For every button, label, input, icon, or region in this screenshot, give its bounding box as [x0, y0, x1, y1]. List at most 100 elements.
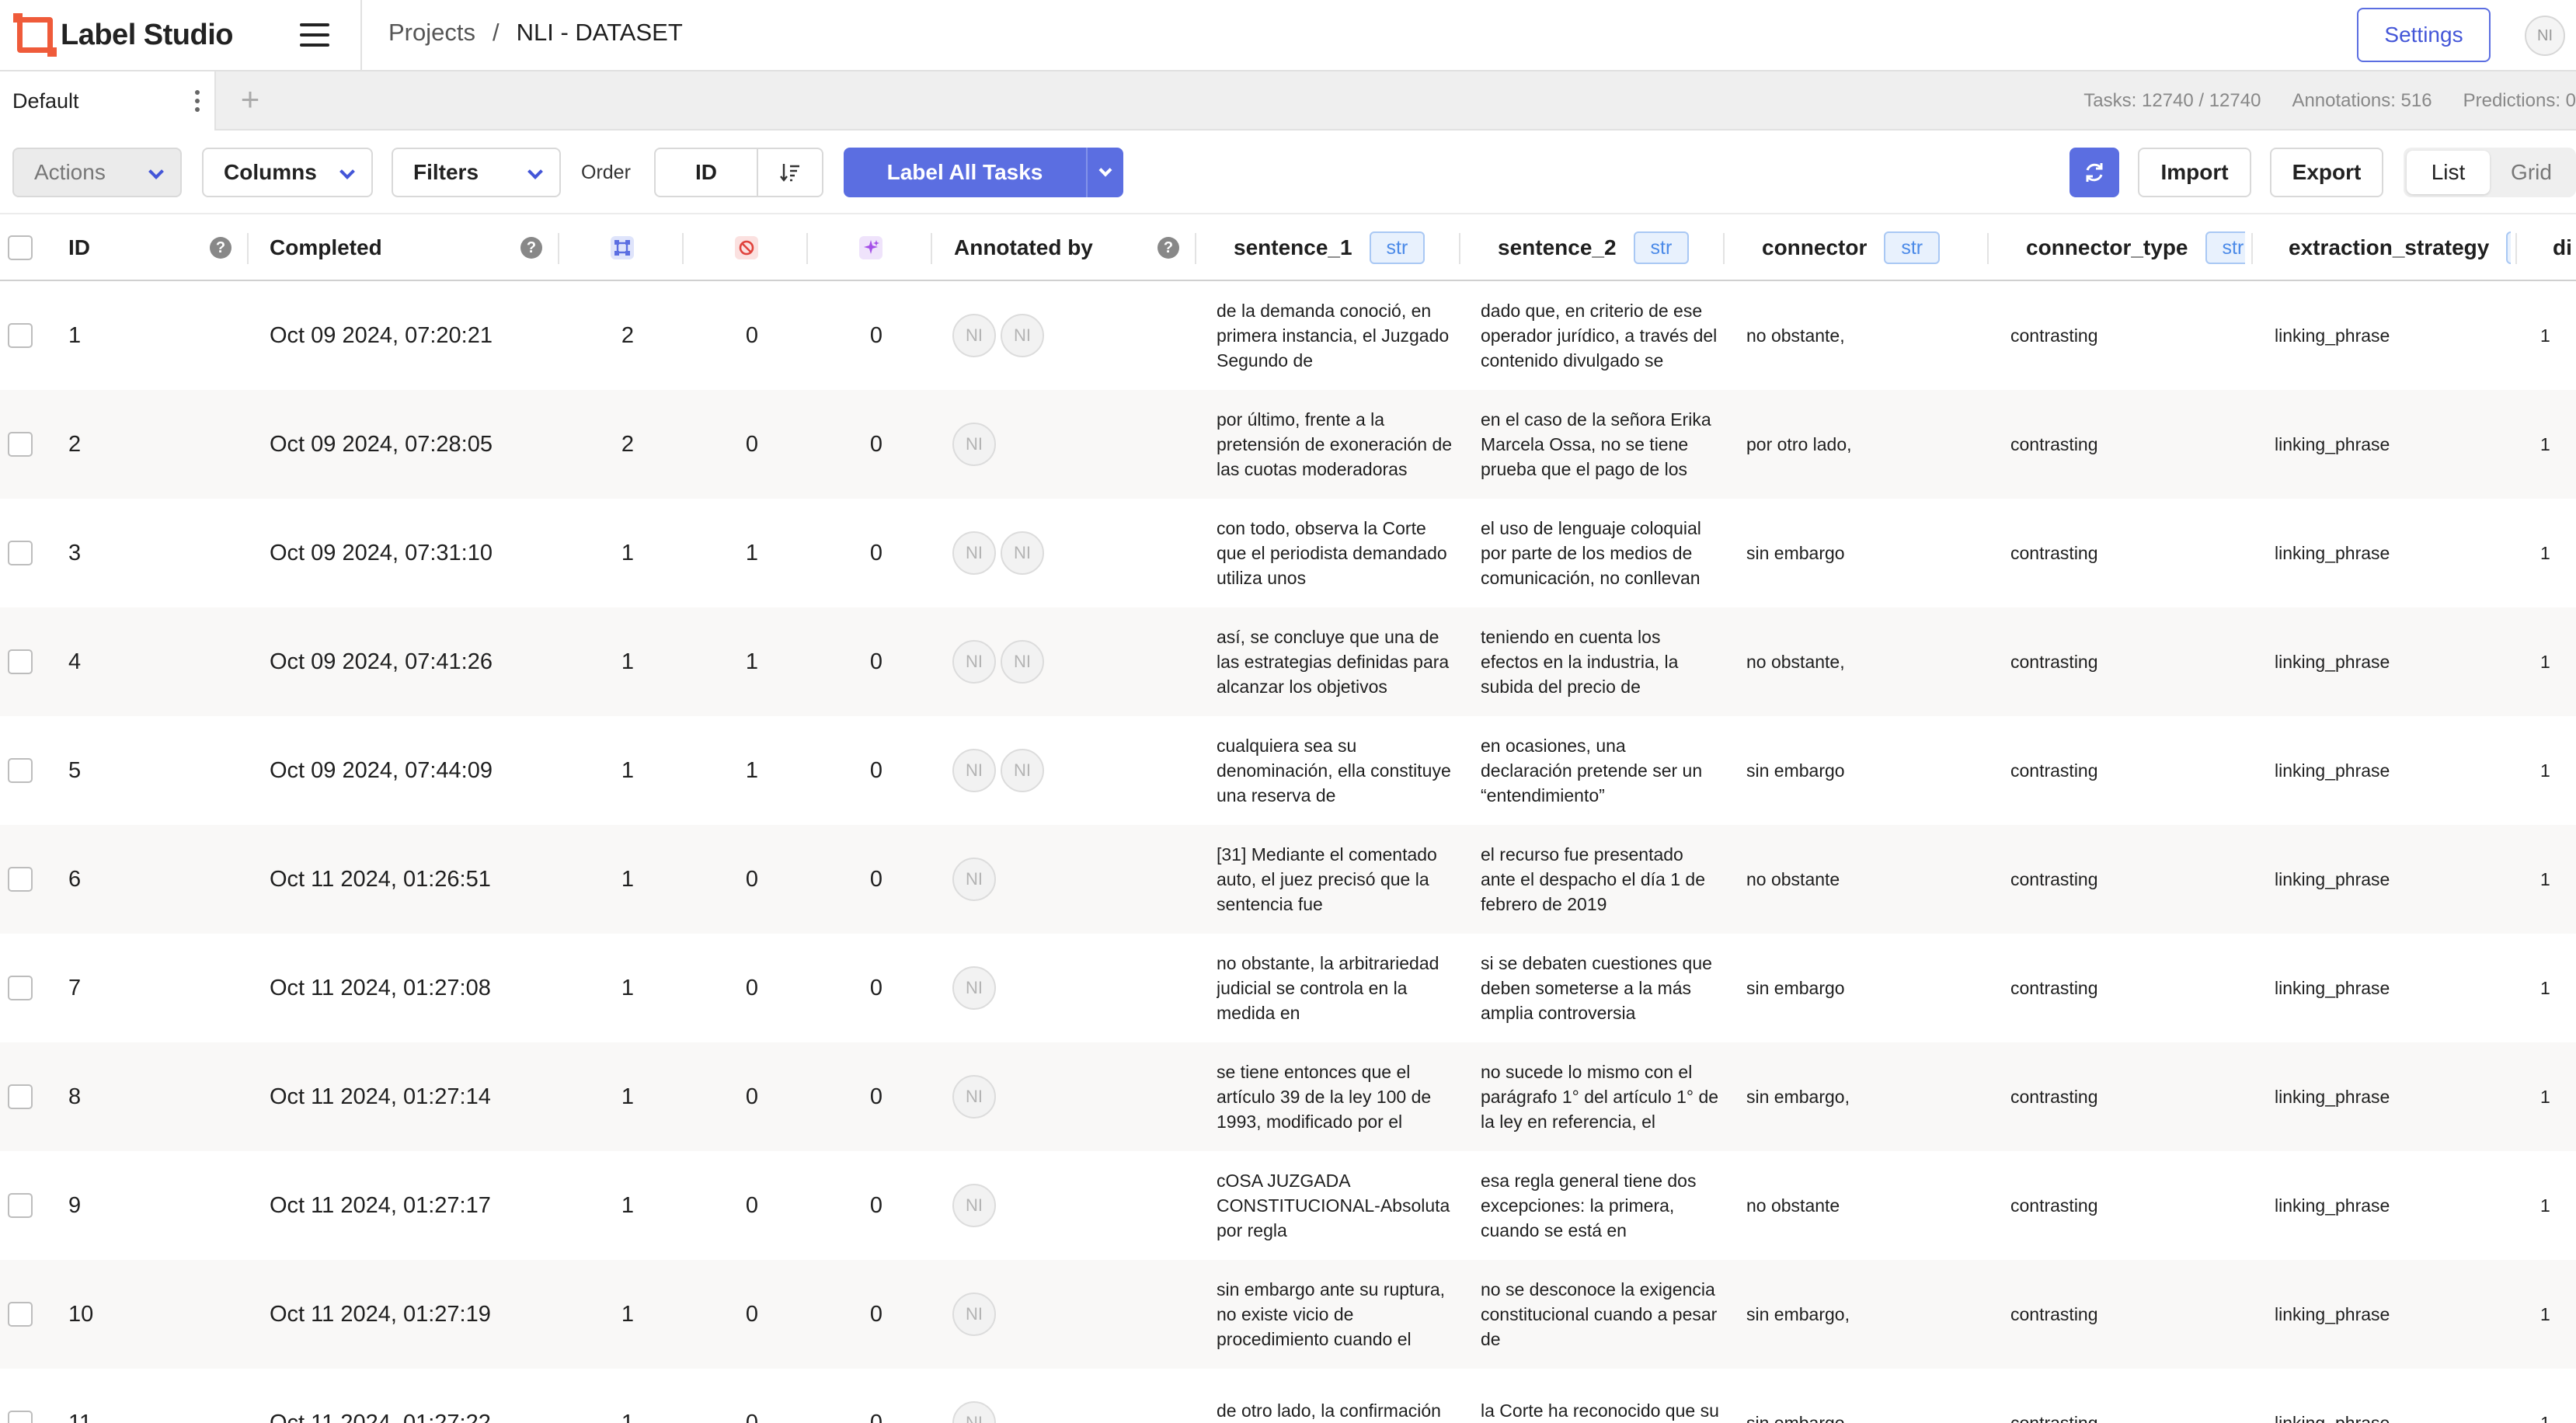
table-row[interactable]: 9 Oct 11 2024, 01:27:17 1 0 0 NI cOSA JUZGADA …	[0, 1151, 2576, 1260]
annotator-avatar[interactable]: NI	[952, 1293, 996, 1336]
column-header-extraction-strategy[interactable]: extraction_strategy str	[2289, 214, 2511, 281]
annotator-avatar[interactable]: NI	[1001, 640, 1044, 684]
actions-dropdown[interactable]: Actions	[12, 148, 182, 197]
column-divider[interactable]	[1987, 233, 1989, 264]
settings-button[interactable]: Settings	[2357, 8, 2491, 62]
column-header-completed[interactable]: Completed	[270, 214, 382, 281]
row-checkbox[interactable]	[8, 1193, 33, 1218]
column-divider[interactable]	[2515, 233, 2517, 264]
column-header-connector[interactable]: connector str	[1762, 214, 1941, 281]
table-row[interactable]: 11 Oct 11 2024, 01:27:22 1 0 0 NI de otro lado…	[0, 1369, 2576, 1423]
column-header-annotated-by[interactable]: Annotated by	[954, 214, 1093, 281]
columns-dropdown[interactable]: Columns	[202, 148, 373, 197]
column-divider[interactable]	[558, 233, 559, 264]
cell-sentence-1: cualquiera sea su denominación, ella con…	[1217, 716, 1457, 825]
row-checkbox[interactable]	[8, 1411, 33, 1423]
table-row[interactable]: 5 Oct 09 2024, 07:44:09 1 1 0 NI NI cualquiera …	[0, 716, 2576, 825]
order-field-select[interactable]: ID	[656, 149, 758, 196]
row-checkbox[interactable]	[8, 1302, 33, 1327]
cell-extraction-strategy: linking_phrase	[2275, 542, 2390, 563]
annotations-count: Annotations: 516	[2292, 90, 2432, 111]
annotator-avatar[interactable]: NI	[952, 423, 996, 466]
import-button[interactable]: Import	[2138, 148, 2251, 197]
cell-id: 6	[68, 866, 82, 892]
help-icon[interactable]: ?	[210, 237, 231, 259]
column-divider[interactable]	[1723, 233, 1725, 264]
column-divider[interactable]	[682, 233, 684, 264]
breadcrumb-projects-link[interactable]: Projects	[388, 19, 475, 47]
refresh-icon[interactable]	[2070, 148, 2119, 197]
list-view-option[interactable]: List	[2407, 151, 2490, 194]
add-tab-plus-icon[interactable]: +	[233, 83, 267, 118]
column-header-predictions[interactable]	[859, 214, 882, 281]
export-button[interactable]: Export	[2270, 148, 2383, 197]
table-row[interactable]: 6 Oct 11 2024, 01:26:51 1 0 0 NI [31] Mediante…	[0, 825, 2576, 934]
column-name: connector	[1762, 235, 1868, 259]
column-divider[interactable]	[2251, 233, 2253, 264]
app-name: Label Studio	[61, 18, 234, 51]
cell-connector-type: contrasting	[2010, 1412, 2098, 1423]
label-options-chevron-icon[interactable]	[1086, 148, 1123, 197]
select-all-checkbox[interactable]	[8, 235, 33, 260]
cell-id: 4	[68, 649, 82, 674]
hamburger-menu-icon[interactable]	[300, 23, 329, 47]
column-header-next[interactable]: di	[2553, 214, 2572, 281]
row-checkbox[interactable]	[8, 541, 33, 565]
column-divider[interactable]	[247, 233, 249, 264]
table-row[interactable]: 4 Oct 09 2024, 07:41:26 1 1 0 NI NI así, se con…	[0, 607, 2576, 716]
column-divider[interactable]	[931, 233, 932, 264]
table-row[interactable]: 2 Oct 09 2024, 07:28:05 2 0 0 NI por último, f…	[0, 390, 2576, 499]
column-header-cancelled[interactable]	[735, 214, 758, 281]
annotator-avatar[interactable]: NI	[1001, 314, 1044, 357]
app-logo[interactable]: Label Studio	[13, 13, 234, 57]
tab-options-icon[interactable]	[194, 90, 200, 112]
filters-dropdown[interactable]: Filters	[392, 148, 561, 197]
annotator-avatar[interactable]: NI	[952, 858, 996, 901]
grid-view-option[interactable]: Grid	[2490, 151, 2573, 194]
annotator-avatar[interactable]: NI	[952, 1075, 996, 1119]
column-header-total-annotations[interactable]	[611, 214, 634, 281]
table-row[interactable]: 1 Oct 09 2024, 07:20:21 2 0 0 NI NI de la deman…	[0, 281, 2576, 390]
annotator-avatar[interactable]: NI	[1001, 749, 1044, 792]
annotator-avatar[interactable]: NI	[952, 314, 996, 357]
annotator-avatar[interactable]: NI	[952, 749, 996, 792]
label-all-tasks-button[interactable]: Label All Tasks	[844, 148, 1086, 197]
annotator-avatar[interactable]: NI	[1001, 531, 1044, 575]
help-icon[interactable]: ?	[520, 237, 542, 259]
table-row[interactable]: 3 Oct 09 2024, 07:31:10 1 1 0 NI NI con todo, o…	[0, 499, 2576, 607]
column-header-id[interactable]: ID	[68, 214, 90, 281]
table-row[interactable]: 7 Oct 11 2024, 01:27:08 1 0 0 NI no obstante, …	[0, 934, 2576, 1042]
row-checkbox[interactable]	[8, 976, 33, 1000]
annotator-avatar[interactable]: NI	[952, 1184, 996, 1227]
cell-id: 1	[68, 322, 82, 348]
row-checkbox[interactable]	[8, 432, 33, 457]
cell-next-column: 1	[2540, 542, 2550, 563]
table-row[interactable]: 10 Oct 11 2024, 01:27:19 1 0 0 NI sin embargo …	[0, 1260, 2576, 1369]
table-row[interactable]: 8 Oct 11 2024, 01:27:14 1 0 0 NI se tiene ento…	[0, 1042, 2576, 1151]
cell-predictions: 0	[869, 1410, 883, 1423]
cell-connector: sin embargo,	[1746, 1303, 1850, 1324]
tab-default[interactable]: Default	[0, 71, 216, 130]
cell-sentence-2: el recurso fue presentado ante el despac…	[1481, 825, 1721, 934]
help-icon[interactable]: ?	[1157, 237, 1179, 259]
cell-sentence-2: dado que, en criterio de ese operador ju…	[1481, 281, 1721, 390]
column-divider[interactable]	[1459, 233, 1460, 264]
annotator-avatar[interactable]: NI	[952, 966, 996, 1010]
annotator-avatar[interactable]: NI	[952, 531, 996, 575]
row-checkbox[interactable]	[8, 867, 33, 892]
row-checkbox[interactable]	[8, 1084, 33, 1109]
column-divider[interactable]	[1195, 233, 1196, 264]
row-checkbox[interactable]	[8, 758, 33, 783]
column-header-sentence-2[interactable]: sentence_2 str	[1498, 214, 1690, 281]
annotator-avatar[interactable]: NI	[952, 1401, 996, 1423]
cell-cancelled: 1	[745, 649, 759, 674]
column-divider[interactable]	[806, 233, 808, 264]
sort-direction-icon[interactable]	[758, 149, 822, 196]
column-header-connector-type[interactable]: connector_type str	[2026, 214, 2245, 281]
annotator-avatar[interactable]: NI	[952, 640, 996, 684]
row-checkbox[interactable]	[8, 649, 33, 674]
user-avatar[interactable]: NI	[2525, 16, 2565, 56]
row-select-cell	[8, 934, 33, 1042]
column-header-sentence-1[interactable]: sentence_1 str	[1234, 214, 1426, 281]
row-checkbox[interactable]	[8, 323, 33, 348]
